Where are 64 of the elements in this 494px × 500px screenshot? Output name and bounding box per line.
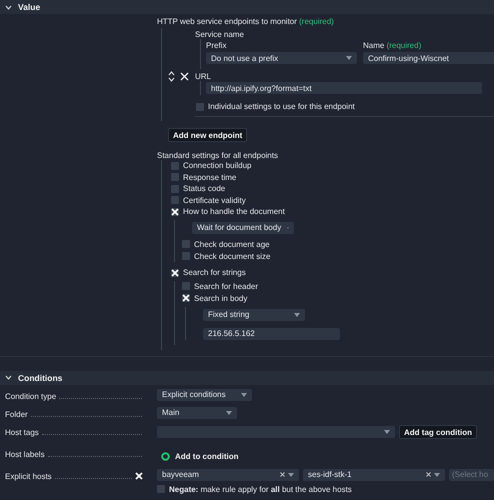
checkbox-label: Response time [183,172,236,182]
checkbox[interactable] [171,208,179,216]
checkbox[interactable] [171,196,179,204]
checkbox[interactable] [157,485,165,493]
checkbox-label: Search for strings [183,268,246,277]
clear-icon[interactable] [280,472,285,477]
checkbox[interactable] [182,252,190,260]
checkbox[interactable] [135,472,143,480]
close-icon[interactable] [180,72,189,81]
field-label: Host labels [5,450,45,458]
field-label: Service name [195,30,245,39]
section-header[interactable]: Conditions [0,370,494,384]
field-label: Explicit hosts [5,472,52,480]
checkbox[interactable] [196,102,204,110]
host-select[interactable]: bayveeam [157,468,299,480]
checkbox-label: Search for header [194,282,258,290]
caret-icon [294,312,300,316]
field-label: Folder [5,410,28,418]
input-field[interactable]: 216.56.5.162 [203,328,340,340]
field-label: URL [195,72,212,81]
checkbox[interactable] [171,162,179,170]
add-condition-link[interactable]: Add to condition [175,452,239,460]
add-endpoint-button[interactable]: Add new endpoint [168,128,248,142]
field-label: HTTP web service endpoints to monitor (required) [157,17,335,26]
dropdown[interactable]: Explicit conditions [157,388,252,400]
checkbox[interactable] [171,268,179,276]
add-tag-condition-button[interactable]: Add tag condition [399,424,477,438]
field-label: Prefix [206,41,228,50]
dropdown[interactable]: Do not use a prefix [206,52,357,64]
input-field[interactable]: http://api.ipify.org?format=txt [206,82,482,94]
clear-icon[interactable] [426,472,431,477]
checkbox-label: Check document size [194,252,270,260]
checkbox[interactable] [182,240,190,248]
caret-icon [346,56,352,60]
field-label: Condition type [5,392,56,400]
add-icon[interactable] [161,452,170,460]
checkbox-label: Negate: make rule apply for all but the above hosts [169,484,352,494]
checkbox-label: Status code [183,184,226,193]
host-select[interactable]: ses-idf-stk-1 [303,468,445,480]
caret-icon [384,430,390,434]
dropdown[interactable] [157,426,395,438]
dropdown[interactable]: Main [157,406,237,418]
section-header[interactable]: Value [0,0,494,14]
caret-icon [434,472,440,476]
field-label: Name (required) [363,41,422,50]
checkbox-label: Certificate validity [183,196,246,204]
checkbox[interactable] [182,294,190,302]
caret-icon [226,410,232,414]
checkbox-label: Search in body [194,294,248,302]
checkbox[interactable] [171,173,179,181]
checkbox-label: Connection buildup [183,161,252,170]
caret-icon [241,392,247,396]
checkbox[interactable] [182,282,190,290]
field-label: Host tags [5,428,39,436]
checkbox-label: How to handle the document [183,207,285,216]
field-label: Standard settings for all endpoints [157,151,279,160]
checkbox-label: Check document age [194,240,270,248]
reorder-icon[interactable] [168,71,175,82]
checkbox[interactable] [171,184,179,192]
checkbox-label: Individual settings to use for this endpoint [208,102,355,111]
dropdown[interactable]: Wait for document body [192,222,294,234]
dropdown[interactable]: Fixed string [203,308,305,320]
caret-icon [288,472,294,476]
input-field[interactable]: Confirm-using-Wiscnet [363,52,494,64]
